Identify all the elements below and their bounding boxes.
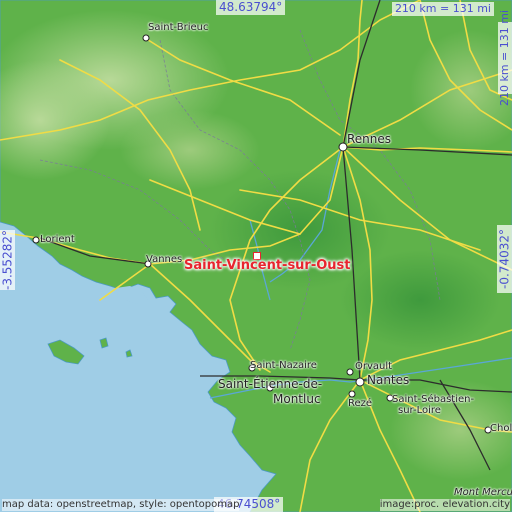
place-label: Saint-Vincent-sur-Oust <box>184 258 351 273</box>
lowland-shade <box>340 250 500 350</box>
longitude-left-label: -3.55282° <box>0 230 15 290</box>
image-attribution: image:proc. elevation.city <box>379 499 510 511</box>
city-label-mont-mercure: Mont Mercur <box>454 487 512 498</box>
city-label-reze: Rezé <box>348 398 373 409</box>
city-label-saint-etienne-2: Montluc <box>273 392 321 406</box>
longitude-left-text: -3.55282° <box>0 230 14 290</box>
city-label-saint-sebastien-1: Saint-Sébastien- <box>392 394 475 405</box>
scale-vertical-label: 210 km = 131 mi <box>498 10 512 106</box>
city-label-rennes: Rennes <box>347 132 392 146</box>
longitude-right-text: -0.74032° <box>497 229 511 289</box>
city-label-saint-brieuc: Saint-Brieuc <box>148 22 209 33</box>
city-label-nantes: Nantes <box>367 373 410 387</box>
city-label-saint-etienne-1: Saint-Étienne-de- <box>218 377 323 391</box>
longitude-right-label: -0.74032° <box>497 225 512 293</box>
map-attribution: map data: openstreetmap, style: opentopo… <box>2 499 240 511</box>
scale-horizontal-label: 210 km = 131 mi <box>391 2 494 16</box>
city-label-orvault: Orvault <box>355 361 393 372</box>
latitude-top-label: 48.63794° <box>216 0 286 15</box>
city-label-saint-nazaire: Saint-Nazaire <box>250 360 317 371</box>
city-label-vannes: Vannes <box>146 254 183 265</box>
city-label-cholet: Chole <box>490 423 512 434</box>
highland-shade <box>120 110 260 190</box>
scale-vertical-text: 210 km = 131 mi <box>498 9 511 107</box>
city-label-lorient: Lorient <box>40 234 75 245</box>
map-view[interactable]: 48.63794° 46.74508° -3.55282° -0.74032° … <box>0 0 512 512</box>
city-label-saint-sebastien-2: sur-Loire <box>398 405 441 416</box>
